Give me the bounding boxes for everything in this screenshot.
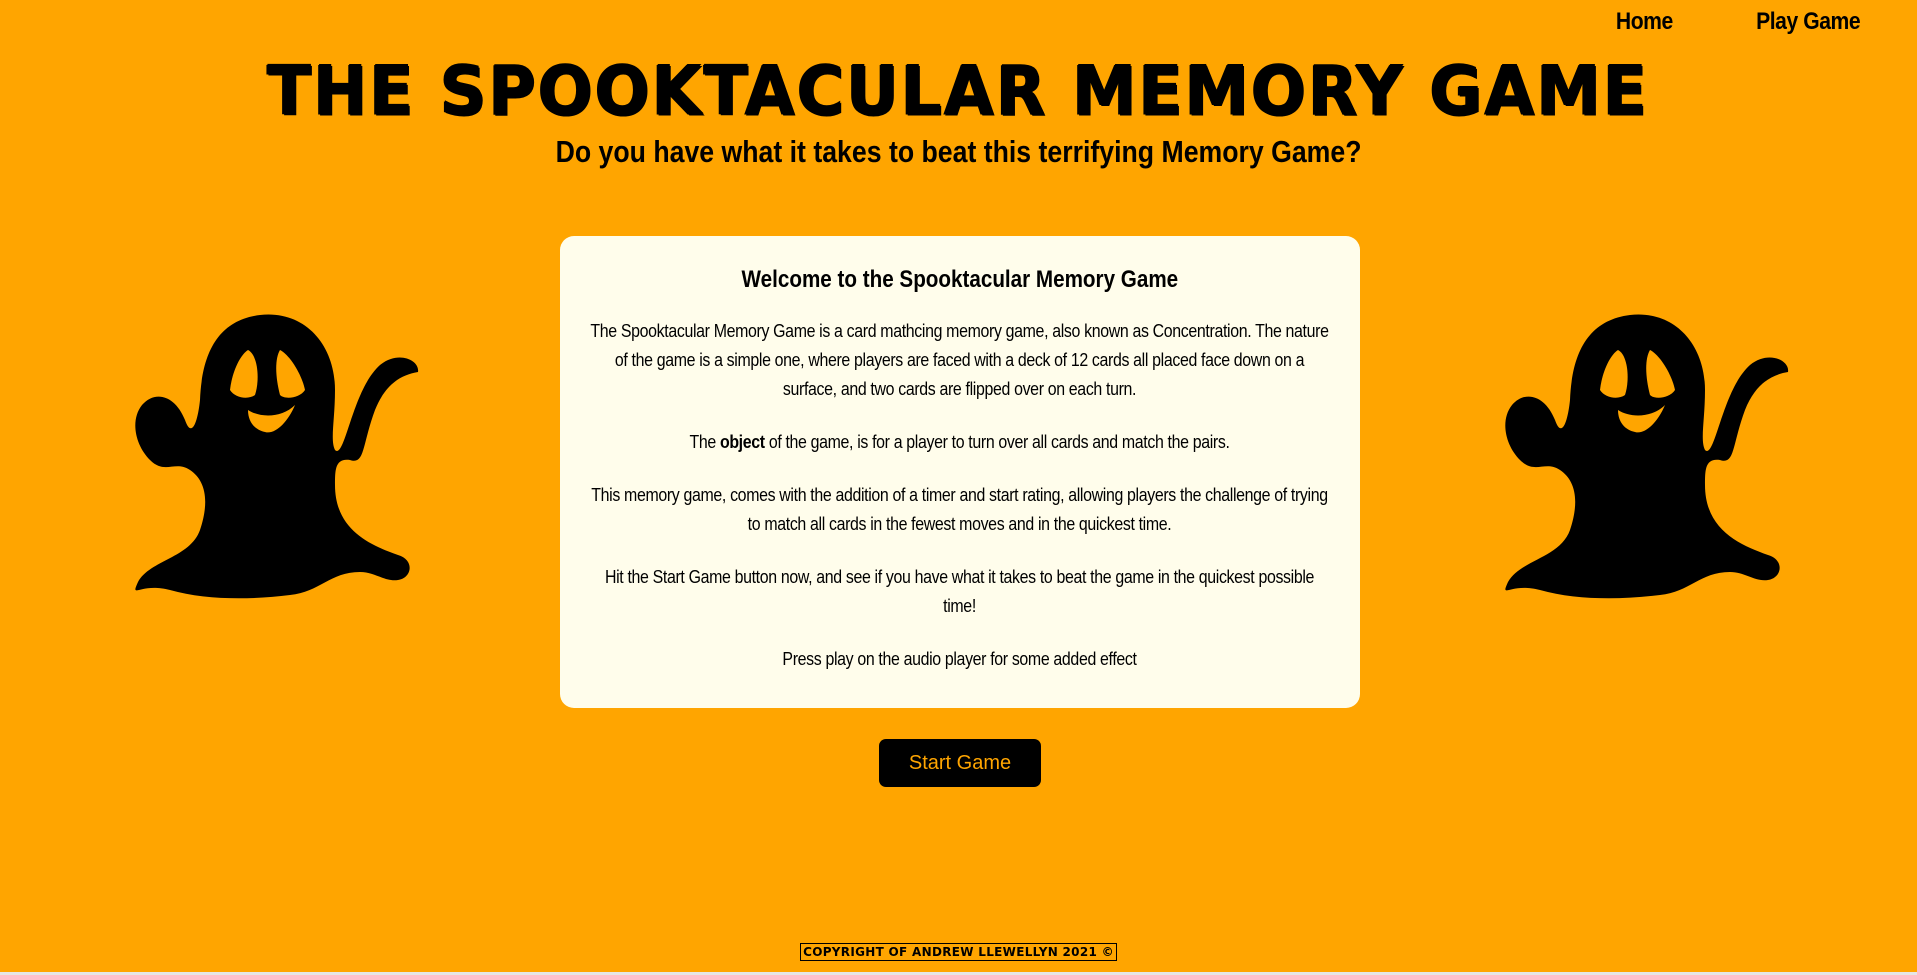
start-hint-paragraph-text: Hit the Start Game button now, and see i… [605, 566, 1315, 616]
audio-hint-paragraph-text: Press play on the audio player for some … [782, 648, 1138, 669]
welcome-heading-text: Welcome to the Spooktacular Memory Game [741, 266, 1179, 293]
intro-paragraph-text: The Spooktacular Memory Game is a card m… [590, 320, 1330, 399]
page-subtitle-text: Do you have what it takes to beat this t… [555, 134, 1362, 169]
nav-home-link[interactable]: Home [1616, 8, 1673, 36]
top-nav: Home Play Game [1612, 8, 1867, 36]
welcome-heading: Welcome to the Spooktacular Memory Game [588, 266, 1332, 294]
timer-paragraph-text: This memory game, comes with the additio… [591, 484, 1329, 534]
object-post: of the game, is for a player to turn ove… [765, 431, 1231, 452]
ghost-icon [1505, 314, 1789, 599]
ghost-body [135, 314, 419, 599]
object-bold: object [720, 431, 766, 452]
audio-hint-paragraph: Press play on the audio player for some … [588, 644, 1332, 673]
copyright-text: Copyright of Andrew Llewellyn 2021 © [800, 943, 1117, 961]
nav-play-game-link[interactable]: Play Game [1756, 8, 1861, 36]
object-paragraph: The object of the game, is for a player … [588, 427, 1332, 456]
page: Home Play Game THE SPOOKTACULAR MEMORY G… [0, 0, 1917, 975]
object-pre: The [689, 431, 721, 452]
ghost-icon [135, 314, 419, 599]
object-paragraph-text: The object of the game, is for a player … [589, 427, 1331, 456]
intro-paragraph: The Spooktacular Memory Game is a card m… [588, 316, 1332, 403]
start-hint-paragraph: Hit the Start Game button now, and see i… [588, 562, 1332, 620]
timer-paragraph: This memory game, comes with the additio… [588, 480, 1332, 538]
page-subtitle: Do you have what it takes to beat this t… [0, 134, 1917, 170]
page-title: THE SPOOKTACULAR MEMORY GAME [0, 51, 1917, 130]
ghost-body [1505, 314, 1789, 599]
page-title-text: THE SPOOKTACULAR MEMORY GAME [267, 51, 1650, 130]
welcome-card: Welcome to the Spooktacular Memory Game … [560, 236, 1360, 708]
footer: Copyright of Andrew Llewellyn 2021 © [0, 943, 1917, 961]
start-game-button[interactable]: Start Game [879, 739, 1041, 787]
